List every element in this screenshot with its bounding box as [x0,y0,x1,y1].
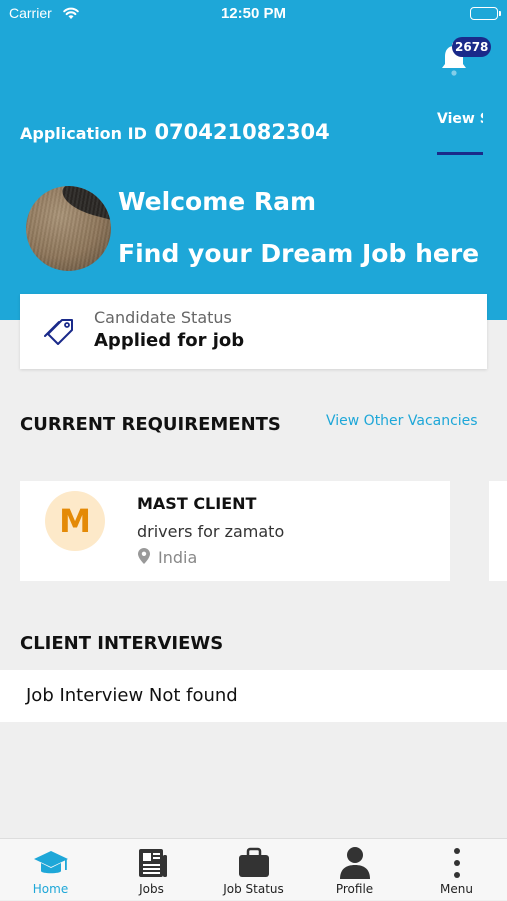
application-id: Application ID 070421082304 [20,120,330,144]
interview-empty-row: Job Interview Not found [0,670,507,722]
tab-home[interactable]: Home [0,839,101,901]
job-client-name: MAST CLIENT [137,494,257,513]
location-pin-icon [138,548,150,568]
tab-jobs-label: Jobs [139,882,164,896]
welcome-text: Welcome Ram [118,187,317,216]
current-requirements-title: CURRENT REQUIREMENTS [20,414,281,435]
client-interviews-title: CLIENT INTERVIEWS [20,633,224,654]
application-id-value: 070421082304 [154,120,330,144]
newspaper-icon [101,845,202,881]
candidate-status-card[interactable]: Candidate Status Applied for job [20,294,487,369]
application-id-label: Application ID [20,124,147,143]
tab-profile[interactable]: Profile [304,839,405,901]
interview-empty-message: Job Interview Not found [26,685,238,706]
user-avatar[interactable] [26,186,111,271]
job-card[interactable]: M MAST CLIENT drivers for zamato India [20,481,450,581]
tab-job-status[interactable]: Job Status [203,839,304,901]
briefcase-icon [203,845,304,881]
bottom-tab-bar: Home Jobs Job Status Profile Menu [0,838,507,900]
candidate-status-value: Applied for job [94,330,245,351]
battery-icon [470,7,501,20]
tab-menu-label: Menu [440,882,473,896]
user-icon [304,845,405,881]
view-other-vacancies-link[interactable]: View Other Vacancies [326,413,478,429]
tab-home-label: Home [32,882,69,896]
tagline-text: Find your Dream Job here [118,239,480,268]
notification-count-badge[interactable]: 2678 [452,37,492,57]
client-initial-avatar: M [45,491,105,551]
tab-job-status-label: Job Status [223,882,284,896]
header-background [0,0,507,320]
view-status-link[interactable]: View Status [437,110,483,129]
job-location: India [158,548,198,567]
more-vertical-icon [406,845,507,881]
status-bar: Carrier 12:50 PM [0,0,507,30]
tag-icon [44,316,78,352]
tab-menu[interactable]: Menu [406,839,507,901]
next-job-card[interactable] [489,481,507,581]
tab-profile-label: Profile [335,882,374,896]
tab-jobs[interactable]: Jobs [101,839,202,901]
view-status-underline [437,152,483,155]
clock: 12:50 PM [220,5,287,22]
candidate-status-label: Candidate Status [94,308,232,327]
job-description: drivers for zamato [137,522,285,541]
graduation-cap-icon [0,845,101,881]
